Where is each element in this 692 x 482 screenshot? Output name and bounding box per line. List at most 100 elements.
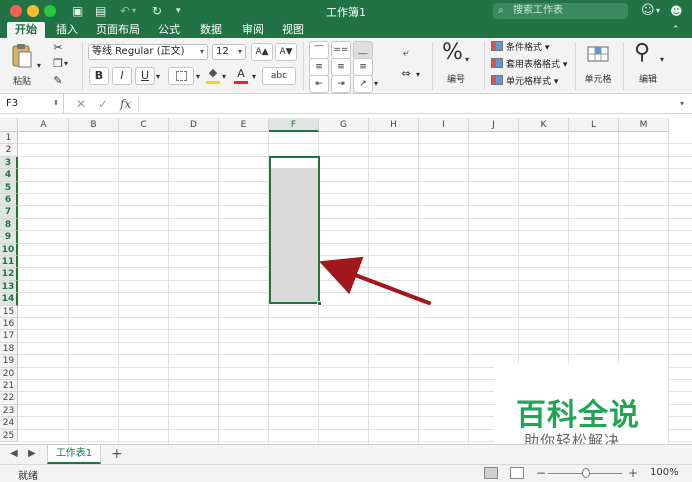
ribbon-divider [303, 42, 304, 90]
align-middle-button[interactable]: == [331, 41, 351, 59]
format-as-table-button[interactable]: 套用表格格式 ▾ [491, 58, 567, 72]
maximize-window-button[interactable] [44, 5, 56, 17]
tab-data[interactable]: 数据 [196, 22, 226, 38]
minimize-window-button[interactable] [27, 5, 39, 17]
number-format-dropdown-icon[interactable]: ▾ [465, 52, 469, 68]
ribbon: 粘贴 ▾ ✂ ❐ ▾ ✎ 等线 Regular (正文) ▾ 12 ▾ A▲ A… [0, 38, 692, 94]
next-sheet-icon[interactable]: ▶ [28, 448, 36, 459]
status-bar: 就绪 − + 100% [0, 464, 692, 482]
conditional-format-label: 条件格式 [506, 43, 543, 53]
watermark: 百科全说 助你轻松解决 [494, 364, 668, 450]
sheet-tab-active[interactable]: 工作表1 [47, 445, 101, 464]
cells-label: 单元格 [584, 75, 612, 85]
fill-color-button[interactable]: ◆ [204, 66, 222, 85]
orientation-button[interactable]: ↗ [353, 75, 373, 93]
underline-dropdown-icon[interactable]: ▾ [156, 69, 160, 85]
copy-dropdown-icon[interactable]: ▾ [64, 56, 68, 72]
cells-button[interactable]: 单元格 [580, 40, 616, 90]
align-left-button[interactable]: ≡ [309, 58, 329, 76]
cell-styles-label: 单元格样式 [506, 77, 552, 87]
expand-formula-bar-icon[interactable]: ▾ [680, 96, 684, 112]
ribbon-divider [82, 42, 83, 90]
align-right-button[interactable]: ≡ [353, 58, 373, 76]
phonetic-button[interactable]: abc [262, 67, 296, 85]
conditional-format-button[interactable]: 条件格式 ▾ [491, 41, 549, 55]
undo-icon[interactable]: ↶ [120, 3, 130, 19]
format-painter-icon[interactable]: ✎ [50, 73, 66, 89]
tab-review[interactable]: 审阅 [238, 22, 268, 38]
add-sheet-button[interactable]: + [111, 446, 123, 462]
shrink-font-button[interactable]: A▼ [275, 43, 297, 61]
zoom-in-button[interactable]: + [628, 466, 638, 480]
customize-toolbar-icon[interactable]: ▾ [176, 3, 181, 19]
formula-bar: F3 ⬍ ✕ ✓ fx ▾ [0, 94, 692, 114]
conditional-format-icon [491, 41, 503, 51]
cut-icon[interactable]: ✂ [50, 40, 66, 56]
cancel-entry-icon[interactable]: ✕ [76, 96, 86, 112]
borders-dropdown-icon[interactable]: ▾ [196, 69, 200, 85]
orientation-dropdown-icon[interactable]: ▾ [374, 76, 378, 92]
align-bottom-button[interactable]: __ [353, 41, 373, 59]
cell-style-icon [491, 75, 503, 85]
borders-button[interactable] [168, 67, 194, 85]
save-icon[interactable]: ▤ [95, 3, 106, 19]
font-name-value: 等线 Regular (正文) [92, 46, 185, 57]
font-color-swatch [234, 81, 248, 84]
font-color-dropdown-icon[interactable]: ▾ [252, 69, 256, 85]
name-box-value: F3 [6, 98, 19, 109]
redo-icon[interactable]: ↻ [152, 3, 162, 19]
tab-home[interactable]: 开始 [7, 22, 45, 38]
sidebar-toggle-icon[interactable]: ▣ [72, 3, 83, 19]
editing-dropdown-icon[interactable]: ▾ [660, 52, 664, 68]
feedback-dropdown-icon[interactable]: ▾ [656, 3, 660, 19]
insert-function-icon[interactable]: fx [120, 96, 131, 112]
font-color-button[interactable]: A [232, 66, 250, 86]
font-size-value: 12 [216, 46, 229, 57]
zoom-slider-thumb[interactable] [582, 468, 590, 478]
confirm-entry-icon[interactable]: ✓ [98, 96, 108, 112]
name-box[interactable]: F3 ⬍ [0, 94, 64, 113]
undo-dropdown-icon[interactable]: ▾ [132, 3, 136, 19]
page-layout-view-button[interactable] [510, 467, 524, 479]
formula-input[interactable] [138, 95, 678, 112]
account-icon[interactable]: ☻ [670, 3, 683, 19]
close-window-button[interactable] [10, 5, 22, 17]
align-top-button[interactable]: ‾‾ [309, 41, 329, 59]
fill-color-dropdown-icon[interactable]: ▾ [222, 69, 226, 85]
prev-sheet-icon[interactable]: ◀ [10, 448, 18, 459]
zoom-out-button[interactable]: − [536, 466, 546, 480]
fill-color-swatch [206, 81, 220, 84]
cells-icon [587, 46, 609, 62]
format-as-table-label: 套用表格格式 [506, 60, 561, 70]
search-input[interactable]: ⌕ 搜索工作表 [493, 3, 628, 19]
tab-formulas[interactable]: 公式 [154, 22, 184, 38]
ribbon-divider [575, 42, 576, 90]
ribbon-tabs: 开始 插入 页面布局 公式 数据 审阅 视图 ⌃ [0, 22, 692, 38]
align-center-button[interactable]: ≡ [331, 58, 351, 76]
tab-insert[interactable]: 插入 [52, 22, 82, 38]
merge-dropdown-icon[interactable]: ▾ [416, 67, 420, 83]
bold-button[interactable]: B [89, 67, 109, 85]
wrap-text-icon[interactable]: ⤶ [397, 45, 415, 61]
font-name-select[interactable]: 等线 Regular (正文) ▾ [88, 44, 208, 60]
smiley-feedback-icon[interactable]: ☺ [641, 3, 655, 19]
normal-view-button[interactable] [484, 467, 498, 479]
increase-indent-button[interactable]: ⇥ [331, 75, 351, 93]
font-size-select[interactable]: 12 ▾ [212, 44, 246, 60]
paste-dropdown-icon[interactable]: ▾ [37, 58, 41, 74]
merge-center-icon[interactable]: ⇔ [397, 66, 415, 82]
border-icon [175, 71, 187, 81]
tab-view[interactable]: 视图 [278, 22, 308, 38]
chevron-down-icon: ▾ [237, 47, 242, 56]
decrease-indent-button[interactable]: ⇤ [309, 75, 329, 93]
collapse-ribbon-icon[interactable]: ⌃ [672, 22, 680, 38]
italic-button[interactable]: I [112, 67, 132, 85]
paste-button[interactable]: 粘贴 [8, 42, 36, 90]
cell-styles-button[interactable]: 单元格样式 ▾ [491, 75, 558, 89]
underline-button[interactable]: U [135, 67, 155, 85]
chevron-down-icon: ▾ [199, 47, 204, 56]
name-box-stepper-icon: ⬍ [53, 99, 59, 107]
tab-page-layout[interactable]: 页面布局 [94, 22, 142, 38]
sheet-tab-bar: ◀ ▶ 工作表1 + [0, 444, 692, 464]
grow-font-button[interactable]: A▲ [251, 43, 273, 61]
